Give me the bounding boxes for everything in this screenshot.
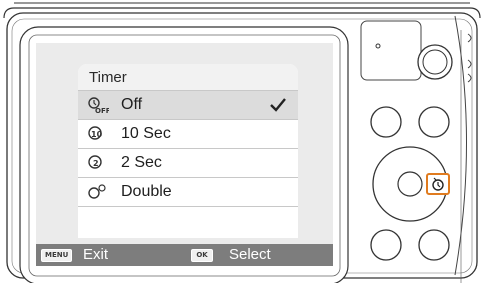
menu-title: Timer [78,64,298,91]
fn-button[interactable] [418,106,450,138]
menu-item-10-sec[interactable]: 10 10 Sec [78,120,298,149]
timer-10-icon: 10 [88,126,103,140]
svg-text:10: 10 [91,130,103,139]
svg-text:OFF: OFF [95,107,109,114]
menu-item-2-sec[interactable]: 2 2 Sec [78,149,298,178]
timer-dial-icon[interactable] [426,173,450,195]
menu-item-double[interactable]: Double [78,178,298,207]
ok-key-icon: OK [191,249,213,262]
delete-hw-button[interactable] [418,229,450,261]
svg-text:2: 2 [93,159,99,168]
select-label[interactable]: Select [229,244,271,266]
timer-off-icon: OFF [88,97,109,114]
exit-label[interactable]: Exit [83,244,108,266]
timer-menu: Timer OFF Off 10 10 Sec 2 2 Sec Double [78,64,298,238]
timer-2-icon: 2 [88,155,102,169]
lcd-screen: Timer OFF Off 10 10 Sec 2 2 Sec Double M… [36,43,333,266]
menu-key-icon: MENU [41,249,73,262]
ok-center-button[interactable] [397,171,423,197]
menu-item-label: 10 Sec [121,125,171,142]
menu-item-label: 2 Sec [121,154,162,171]
status-bar: MENU Exit OK Select [36,244,333,266]
menu-hw-button[interactable] [370,229,402,261]
zoom-dial-button[interactable] [417,44,453,80]
menu-item-label: Double [121,183,172,200]
menu-item-off[interactable]: OFF Off [78,91,298,120]
checkmark-icon [270,98,286,112]
timer-double-icon [88,184,106,199]
menu-item-label: Off [121,96,143,113]
play-button[interactable] [370,106,402,138]
